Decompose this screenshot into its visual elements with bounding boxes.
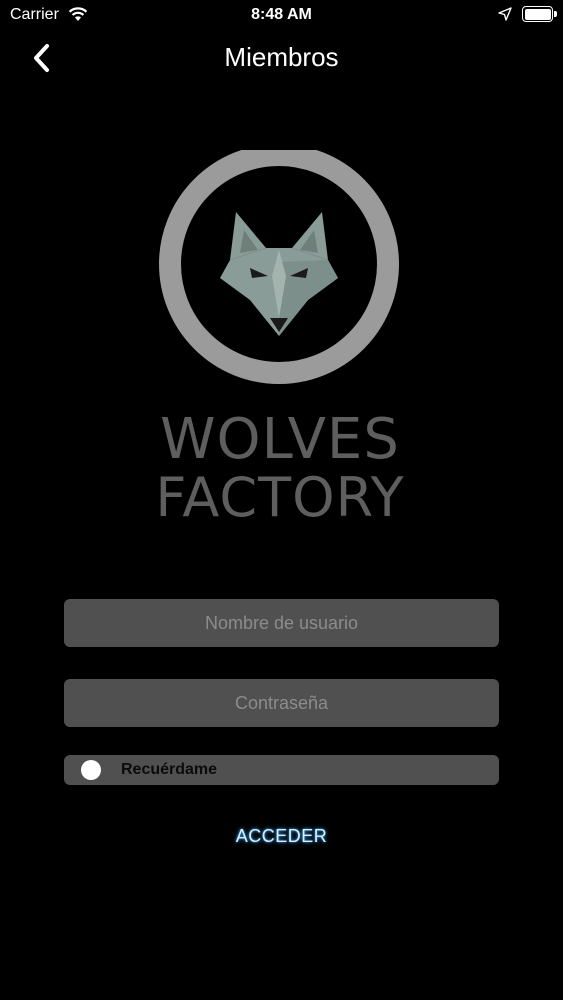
battery-tip [554, 11, 557, 17]
status-time: 8:48 AM [251, 6, 312, 23]
battery-icon [522, 6, 553, 22]
page-title: Miembros [224, 42, 339, 72]
remember-label: Recuérdame [121, 761, 218, 778]
remember-radio[interactable] [81, 760, 101, 780]
remember-me-toggle[interactable]: Recuérdame [64, 755, 499, 785]
logo-line2: FACTORY [155, 466, 404, 529]
logo-line1: WOLVES [160, 407, 400, 472]
wolf-icon [220, 212, 338, 336]
location-arrow-icon [498, 7, 512, 26]
wolves-factory-logo: WOLVES FACTORY [155, 150, 404, 529]
status-bar: Carrier 8:48 AM [0, 0, 563, 30]
login-button[interactable]: ACCEDER [0, 826, 563, 847]
navigation-bar: Miembros [0, 30, 563, 84]
password-field[interactable] [64, 679, 499, 727]
username-field[interactable] [64, 599, 499, 647]
